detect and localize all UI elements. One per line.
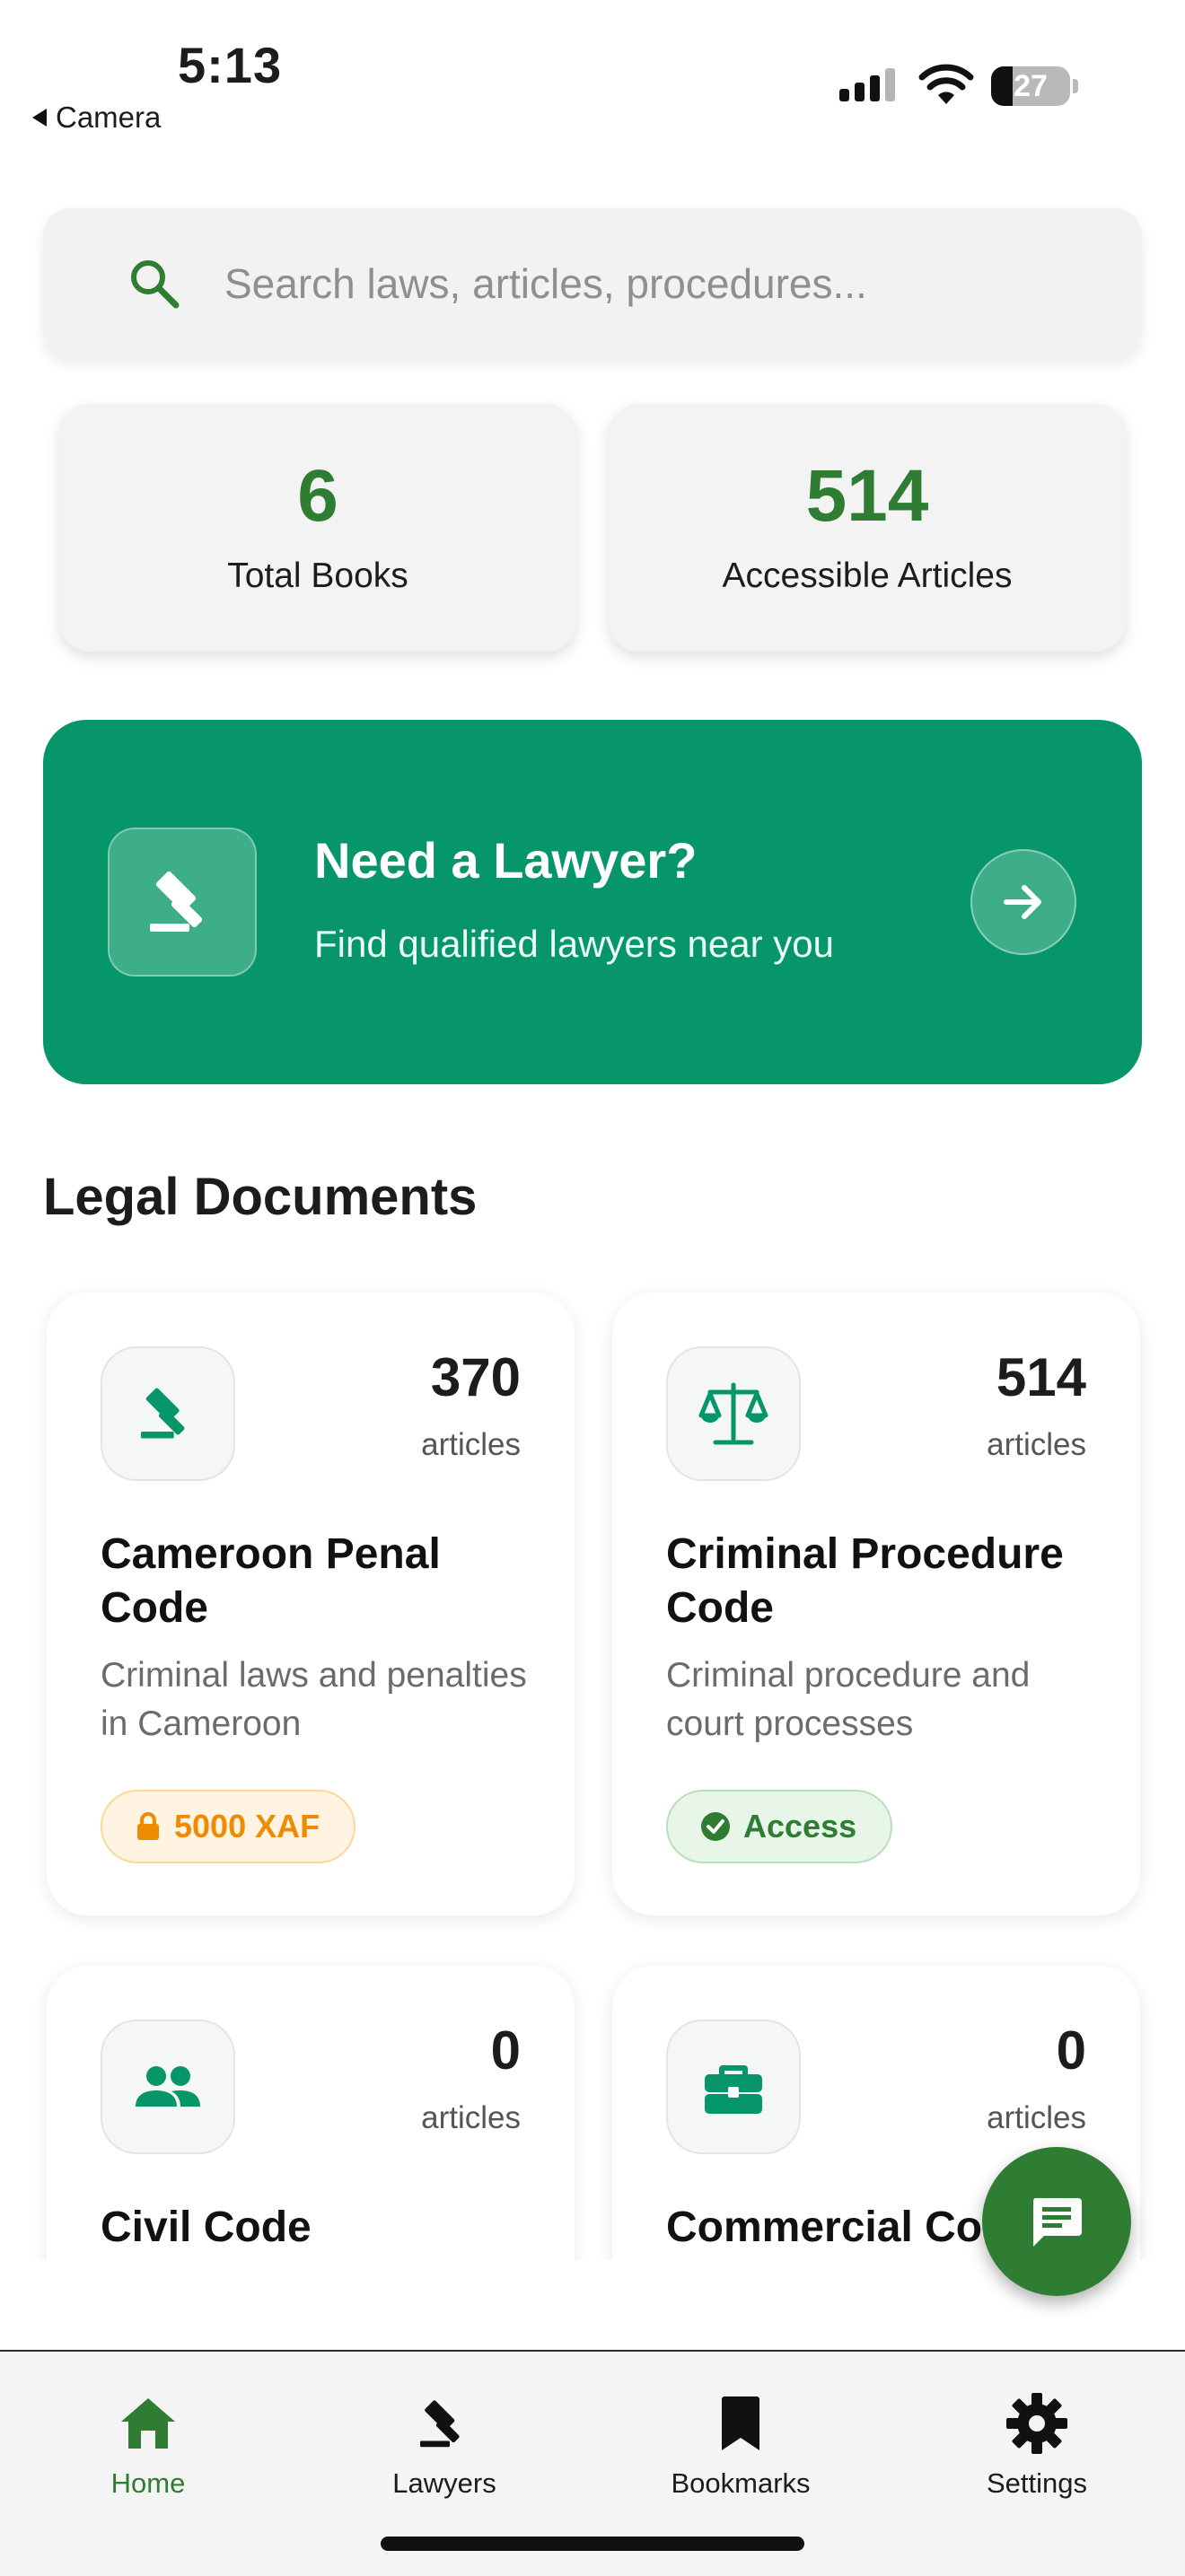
access-badge[interactable]: Access	[666, 1790, 893, 1863]
price-badge[interactable]: 5000 XAF	[101, 1790, 356, 1863]
article-count-label: articles	[987, 2100, 1086, 2135]
document-card-penal-code[interactable]: 370 articles Cameroon Penal Code Crimina…	[47, 1292, 575, 1915]
battery-cap	[1073, 79, 1078, 93]
search-icon	[131, 260, 180, 309]
tab-settings[interactable]: Settings	[889, 2373, 1185, 2500]
bookmark-icon	[722, 2396, 759, 2450]
tab-label: Bookmarks	[671, 2467, 811, 2499]
gavel-icon	[141, 1388, 185, 1439]
document-title: Cameroon Penal Code	[101, 1530, 441, 1632]
home-icon	[121, 2398, 175, 2449]
article-count: 0	[490, 2020, 521, 2081]
briefcase-icon	[705, 2065, 762, 2114]
banner-title: Need a Lawyer?	[314, 832, 698, 889]
document-description: Criminal laws and penalties in Cameroon	[101, 1656, 527, 1743]
battery-percent: 27	[1014, 69, 1048, 103]
tab-label: Lawyers	[392, 2467, 496, 2499]
stat-value: 514	[805, 455, 929, 537]
article-count-label: articles	[421, 2100, 521, 2135]
back-to-camera[interactable]: Camera	[32, 101, 161, 135]
find-lawyer-banner[interactable]: Need a Lawyer? Find qualified lawyers ne…	[43, 720, 1142, 1084]
document-title: Civil Code	[101, 2204, 312, 2251]
gavel-icon	[150, 871, 203, 932]
arrow-right-icon	[1004, 885, 1041, 919]
article-count: 0	[1056, 2020, 1086, 2081]
access-label: Access	[743, 1808, 857, 1844]
gear-icon	[1006, 2393, 1067, 2454]
back-arrow-icon	[32, 109, 47, 127]
tab-lawyers[interactable]: Lawyers	[296, 2373, 592, 2500]
stat-accessible-articles: 514 Accessible Articles	[609, 404, 1126, 652]
document-title: Criminal Procedure Code	[666, 1530, 1064, 1632]
article-count-label: articles	[421, 1427, 521, 1462]
check-circle-icon	[701, 1812, 730, 1841]
tab-label: Home	[110, 2467, 186, 2499]
home-indicator	[381, 2537, 804, 2551]
tab-bookmarks[interactable]: Bookmarks	[592, 2373, 889, 2500]
chat-icon	[1032, 2198, 1082, 2247]
stat-total-books: 6 Total Books	[59, 404, 576, 652]
back-label: Camera	[56, 101, 162, 134]
battery-icon: 27	[991, 66, 1070, 106]
banner-icon-box	[108, 828, 257, 977]
card-icon-box	[101, 2020, 235, 2154]
tab-home[interactable]: Home	[0, 2373, 296, 2500]
article-count: 514	[996, 1347, 1086, 1407]
people-icon	[136, 2066, 200, 2107]
card-icon-box	[666, 2020, 801, 2154]
cellular-signal-icon	[839, 68, 895, 101]
lock-icon	[137, 1812, 159, 1840]
card-icon-box	[666, 1346, 801, 1481]
chat-fab-button[interactable]	[982, 2147, 1131, 2296]
stat-label: Total Books	[227, 556, 408, 595]
stat-label: Accessible Articles	[722, 556, 1013, 595]
section-title: Legal Documents	[43, 1168, 478, 1226]
article-count: 370	[430, 1347, 521, 1407]
status-time: 5:13	[178, 37, 283, 93]
card-icon-box	[101, 1346, 235, 1481]
gavel-icon	[420, 2400, 460, 2448]
banner-arrow-button[interactable]	[970, 849, 1076, 955]
document-description: Criminal procedure and court processes	[666, 1656, 1031, 1743]
scales-icon	[698, 1382, 768, 1445]
wifi-icon	[918, 64, 974, 104]
search-bar[interactable]	[43, 208, 1142, 359]
search-input[interactable]	[223, 258, 1034, 309]
price-label: 5000 XAF	[174, 1808, 320, 1844]
document-card-criminal-procedure[interactable]: 514 articles Criminal Procedure Code Cri…	[612, 1292, 1140, 1915]
stat-value: 6	[297, 455, 338, 537]
tab-label: Settings	[986, 2467, 1087, 2499]
banner-subtitle: Find qualified lawyers near you	[314, 923, 834, 965]
article-count-label: articles	[987, 1427, 1086, 1462]
